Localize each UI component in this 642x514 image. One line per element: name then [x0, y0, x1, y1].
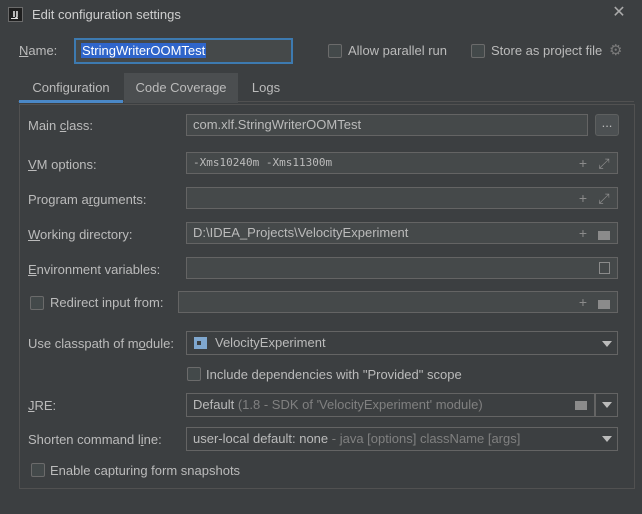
- working-directory-input[interactable]: D:\IDEA_Projects\VelocityExperiment: [186, 222, 618, 244]
- jre-hint: (1.8 - SDK of 'VelocityExperiment' modul…: [237, 397, 483, 412]
- folder-icon[interactable]: [575, 401, 587, 410]
- name-label: Name:: [19, 43, 58, 58]
- module-icon: [194, 337, 207, 349]
- jre-select[interactable]: Default (1.8 - SDK of 'VelocityExperimen…: [186, 393, 595, 417]
- redirect-input-field[interactable]: [178, 291, 618, 313]
- add-icon[interactable]: +: [575, 292, 591, 312]
- tab-logs[interactable]: Logs: [242, 73, 290, 103]
- environment-variables-input[interactable]: [186, 257, 618, 279]
- name-value: StringWriterOOMTest: [81, 43, 207, 58]
- shorten-command-line-select[interactable]: user-local default: none - java [options…: [186, 427, 618, 451]
- jre-value: Default: [193, 397, 235, 412]
- main-class-input[interactable]: com.xlf.StringWriterOOMTest: [186, 114, 588, 136]
- classpath-module-select[interactable]: VelocityExperiment: [186, 331, 618, 355]
- intellij-app-icon: IJ: [8, 7, 23, 22]
- expand-icon[interactable]: ⤢: [596, 188, 612, 208]
- capture-form-snapshots-checkbox[interactable]: [31, 463, 45, 477]
- vm-options-input[interactable]: -Xms10240m -Xms11300m: [186, 152, 618, 174]
- shorten-command-line-label: Shorten command line:: [28, 432, 162, 447]
- gear-icon[interactable]: ⚙: [609, 41, 622, 59]
- folder-icon[interactable]: [598, 231, 610, 240]
- add-icon[interactable]: +: [575, 223, 591, 243]
- allow-parallel-run-checkbox[interactable]: [328, 44, 342, 58]
- redirect-input-checkbox[interactable]: [30, 296, 44, 310]
- chevron-down-icon[interactable]: [602, 402, 612, 408]
- list-icon[interactable]: [599, 262, 610, 274]
- add-icon[interactable]: +: [575, 188, 591, 208]
- environment-variables-label: Environment variables:: [28, 262, 161, 277]
- program-arguments-label: Program arguments:: [28, 192, 147, 207]
- chevron-down-icon[interactable]: [602, 341, 612, 347]
- window-title: Edit configuration settings: [32, 7, 181, 22]
- capture-form-snapshots-label[interactable]: Enable capturing form snapshots: [50, 463, 240, 478]
- include-provided-label[interactable]: Include dependencies with "Provided" sco…: [206, 367, 462, 382]
- working-directory-label: Working directory:: [28, 227, 133, 242]
- expand-icon[interactable]: ⤢: [596, 153, 612, 173]
- chevron-down-icon[interactable]: [602, 436, 612, 442]
- vm-options-label: VM options:: [28, 157, 97, 172]
- tab-configuration[interactable]: Configuration: [19, 73, 123, 103]
- close-icon[interactable]: ✕: [610, 4, 628, 22]
- redirect-input-label[interactable]: Redirect input from:: [50, 295, 163, 310]
- store-as-project-file-checkbox[interactable]: [471, 44, 485, 58]
- main-class-label: Main class:: [28, 118, 94, 133]
- jre-label: JRE:: [28, 398, 57, 413]
- add-icon[interactable]: +: [575, 153, 591, 173]
- store-as-project-file-label[interactable]: Store as project file: [491, 43, 602, 58]
- classpath-module-label: Use classpath of module:: [28, 336, 174, 351]
- program-arguments-input[interactable]: [186, 187, 618, 209]
- browse-main-class-button[interactable]: ...: [595, 114, 619, 136]
- include-provided-checkbox[interactable]: [187, 367, 201, 381]
- folder-icon[interactable]: [598, 300, 610, 309]
- classpath-module-value: VelocityExperiment: [215, 335, 326, 350]
- allow-parallel-run-label[interactable]: Allow parallel run: [348, 43, 447, 58]
- name-input[interactable]: StringWriterOOMTest: [74, 38, 293, 64]
- shorten-command-line-hint: - java [options] className [args]: [331, 431, 521, 446]
- tab-code-coverage[interactable]: Code Coverage: [124, 73, 238, 103]
- shorten-command-line-value: user-local default: none: [193, 431, 329, 446]
